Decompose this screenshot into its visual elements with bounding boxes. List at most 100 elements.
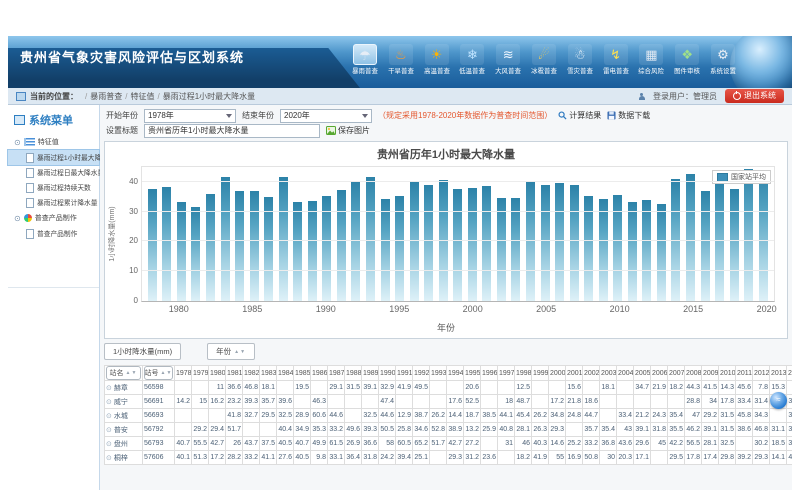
breadcrumb-link[interactable]: 暴雨过程1小时最大降水量 [163, 92, 255, 101]
table-tab[interactable]: 1小时降水量(mm) [104, 343, 181, 360]
toolbar-item-lightning[interactable]: ↯雷电普查 [599, 44, 633, 76]
bar-2007[interactable] [570, 185, 579, 301]
bar-1993[interactable] [366, 177, 375, 301]
sidebar-item[interactable]: 暴雨过程累计降水量 [8, 195, 99, 210]
sidebar-group-1[interactable]: ⊙普查产品制作 [8, 210, 99, 226]
station-name-cell[interactable]: ⊙桐梓 [105, 451, 143, 465]
bar-1981[interactable] [191, 207, 200, 301]
bar-1995[interactable] [395, 196, 404, 301]
bar-1989[interactable] [308, 201, 317, 301]
chart-title-input[interactable] [144, 124, 320, 138]
year-dimension-header[interactable]: 年份 ▲▼ [207, 343, 255, 360]
sidebar-item[interactable]: 暴雨过程1小时最大降水量 [8, 150, 99, 165]
floating-widget-icon[interactable]: ≈ [770, 392, 787, 409]
bar-1991[interactable] [337, 190, 346, 301]
row-expander-icon[interactable]: ⊙ [106, 455, 112, 462]
bar-1990[interactable] [322, 196, 331, 301]
bar-1988[interactable] [293, 202, 302, 301]
sort-icons[interactable]: ▲▼ [161, 370, 173, 376]
query-form: 开始年份 1978年 结束年份 2020年 （规定采用1978-2020年数据作… [100, 105, 792, 139]
toolbar-item-risk[interactable]: ▦综合风险 [634, 44, 668, 76]
bar-2008[interactable] [584, 196, 593, 301]
value-cell: 35.5 [668, 423, 685, 437]
main-area: 系统菜单 ⊙特征值暴雨过程1小时最大降水量暴雨过程日最大降水量暴雨过程持续天数暴… [8, 105, 792, 490]
expander-icon[interactable]: ⊙ [14, 215, 21, 222]
bar-2018[interactable] [730, 189, 739, 301]
breadcrumb-link[interactable]: 特征值 [130, 92, 154, 101]
calculate-button[interactable]: 计算结果 [558, 110, 601, 121]
sidebar-item[interactable]: 暴雨过程日最大降水量 [8, 165, 99, 180]
bar-2020[interactable] [759, 171, 768, 301]
sort-icons[interactable]: ▲▼ [126, 370, 138, 376]
bar-1987[interactable] [279, 177, 288, 301]
toolbar-item-hightemp[interactable]: ☀高温普查 [420, 44, 454, 76]
station-name: 威宁 [114, 399, 128, 406]
toolbar-item-hail[interactable]: ☄冰雹普查 [527, 44, 561, 76]
breadcrumb-link[interactable]: 暴雨普查 [90, 92, 122, 101]
value-cell: 44.6 [328, 409, 345, 423]
expander-icon[interactable]: ⊙ [14, 139, 21, 146]
end-year-select[interactable]: 2020年 [280, 109, 372, 123]
station-id-header[interactable]: 站号▲▼ [143, 366, 175, 381]
bar-2005[interactable] [541, 185, 550, 301]
toolbar-item-wind[interactable]: ≋大风普查 [491, 44, 525, 76]
sidebar-item-label: 暴雨过程持续天数 [37, 183, 91, 193]
bar-2016[interactable] [701, 191, 710, 301]
bar-2000[interactable] [468, 188, 477, 301]
row-expander-icon[interactable]: ⊙ [106, 441, 112, 448]
logout-button[interactable]: 退出系统 [725, 89, 784, 103]
row-expander-icon[interactable]: ⊙ [106, 385, 112, 392]
station-name-cell[interactable]: ⊙威宁 [105, 395, 143, 409]
station-name-cell[interactable]: ⊙赫章 [105, 381, 143, 395]
bar-1985[interactable] [250, 191, 259, 301]
bar-2002[interactable] [497, 198, 506, 301]
save-image-button[interactable]: 保存图片 [326, 125, 370, 136]
toolbar-item-lowtemp[interactable]: ❄低温普查 [455, 44, 489, 76]
bar-1999[interactable] [453, 189, 462, 301]
value-cell: 42.7 [209, 437, 226, 451]
toolbar-item-drought[interactable]: ♨干旱普查 [384, 44, 418, 76]
toolbar-item-settings[interactable]: ⚙系统设置 [706, 44, 740, 76]
bar-2004[interactable] [526, 182, 535, 301]
station-name-cell[interactable]: ⊙盘州 [105, 437, 143, 451]
bar-1978[interactable] [148, 189, 157, 301]
bar-1996[interactable] [410, 182, 419, 301]
bar-1997[interactable] [424, 185, 433, 301]
year-column-header: 2007 [668, 366, 685, 381]
bar-2019[interactable] [744, 169, 753, 302]
bar-1986[interactable] [264, 197, 273, 301]
value-cell: 16.9 [566, 451, 583, 465]
bar-2009[interactable] [599, 199, 608, 301]
toolbar-item-rainstorm[interactable]: ☂暴雨普查 [348, 44, 382, 76]
bar-2015[interactable] [686, 174, 695, 301]
row-expander-icon[interactable]: ⊙ [106, 399, 112, 406]
station-name-cell[interactable]: ⊙水城 [105, 409, 143, 423]
bar-2003[interactable] [511, 198, 520, 301]
station-name: 普安 [114, 427, 128, 434]
bar-1994[interactable] [381, 199, 390, 301]
sidebar-item[interactable]: 普查产品制作 [8, 226, 99, 241]
row-expander-icon[interactable]: ⊙ [106, 413, 112, 420]
bar-2006[interactable] [555, 183, 564, 301]
start-year-select[interactable]: 1978年 [144, 109, 236, 123]
year-column-header: 1997 [498, 366, 515, 381]
download-button[interactable]: 数据下载 [607, 110, 650, 121]
sidebar-group-0[interactable]: ⊙特征值 [8, 134, 99, 150]
bar-2013[interactable] [657, 204, 666, 301]
bar-1980[interactable] [177, 202, 186, 301]
form-row-2: 设置标题 保存图片 [106, 123, 786, 138]
toolbar-item-snow[interactable]: ☃雪灾普查 [563, 44, 597, 76]
station-name-cell[interactable]: ⊙普安 [105, 423, 143, 437]
value-cell: 32.5 [362, 409, 379, 423]
toolbar-item-mapreview[interactable]: ❖图件审核 [670, 44, 704, 76]
bar-1983[interactable] [221, 177, 230, 301]
value-cell: 28.9 [294, 409, 311, 423]
bar-2011[interactable] [628, 202, 637, 301]
bar-2001[interactable] [482, 186, 491, 301]
row-expander-icon[interactable]: ⊙ [106, 427, 112, 434]
bar-1979[interactable] [162, 187, 171, 301]
bar-2012[interactable] [642, 200, 651, 301]
station-name-header[interactable]: 站名▲▼ [105, 366, 143, 381]
sidebar-item[interactable]: 暴雨过程持续天数 [8, 180, 99, 195]
bar-1984[interactable] [235, 191, 244, 301]
